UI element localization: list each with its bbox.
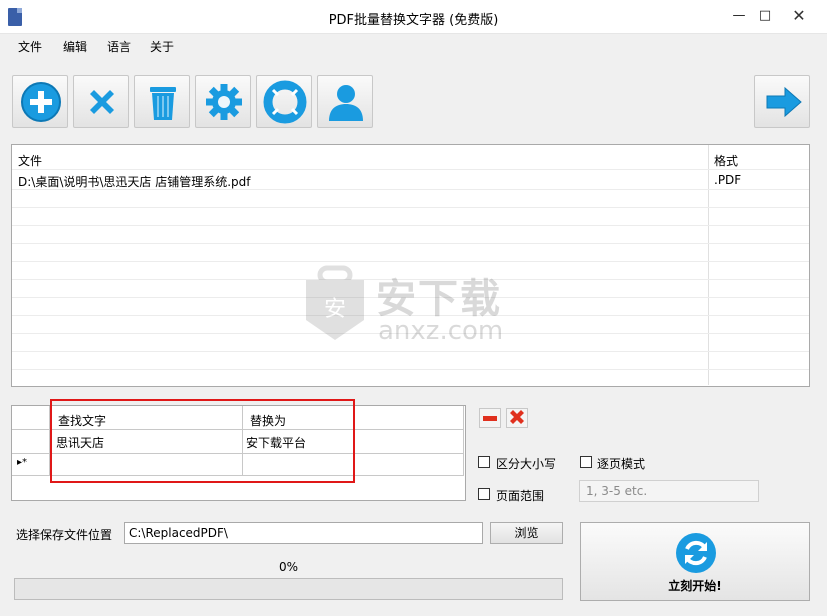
page-range-label: 页面范围: [496, 489, 545, 503]
gear-icon: [206, 84, 242, 120]
minus-icon: [483, 416, 497, 421]
row-divider: [12, 225, 809, 226]
remove-file-button[interactable]: [73, 75, 129, 128]
remove-row-button[interactable]: [479, 408, 501, 428]
title-bar: PDF批量替换文字器 (免费版) — □ ✕: [0, 0, 827, 34]
menu-language[interactable]: 语言: [107, 38, 131, 55]
page-range-checkbox[interactable]: [478, 488, 490, 500]
row-divider: [12, 369, 809, 370]
user-icon: [329, 85, 363, 121]
column-header-file[interactable]: 文件: [18, 152, 42, 169]
trash-icon: [150, 87, 176, 120]
file-path-cell: D:\桌面\说明书\思迅天店 店铺管理系统.pdf: [18, 175, 251, 189]
page-mode-label: 逐页模式: [597, 457, 646, 471]
svg-text:安: 安: [324, 297, 346, 322]
case-sensitive-label: 区分大小写: [496, 457, 557, 471]
clear-list-button[interactable]: [134, 75, 190, 128]
row-divider: [12, 189, 809, 190]
progress-text: 0%: [278, 560, 299, 574]
column-separator: [708, 145, 709, 385]
next-button[interactable]: [754, 75, 810, 128]
row-divider: [12, 243, 809, 244]
delete-icon: [510, 410, 524, 424]
save-location-label: 选择保存文件位置: [16, 528, 113, 542]
start-button[interactable]: 立刻开始!: [580, 522, 810, 601]
column-separator: [463, 406, 464, 476]
menu-edit[interactable]: 编辑: [63, 38, 87, 55]
lifebuoy-icon: [263, 80, 307, 124]
row-divider: [12, 169, 809, 170]
settings-button[interactable]: [195, 75, 251, 128]
add-icon: [21, 82, 61, 122]
help-button[interactable]: [256, 75, 312, 128]
new-row-marker: ▸*: [17, 457, 28, 468]
account-button[interactable]: [317, 75, 373, 128]
browse-button[interactable]: 浏览: [490, 522, 563, 544]
add-file-button[interactable]: [12, 75, 68, 128]
row-divider: [12, 207, 809, 208]
page-range-input[interactable]: 1, 3-5 etc.: [579, 480, 759, 502]
save-path-input[interactable]: C:\ReplacedPDF\: [124, 522, 483, 544]
watermark-url: anxz.com: [378, 316, 504, 346]
page-mode-checkbox[interactable]: [580, 456, 592, 468]
arrow-right-icon: [766, 86, 802, 118]
menu-about[interactable]: 关于: [150, 38, 174, 55]
file-format-cell: .PDF: [714, 173, 742, 187]
column-header-format[interactable]: 格式: [714, 152, 738, 169]
watermark: 安 安下载 anxz.com: [298, 262, 528, 352]
remove-icon: [90, 90, 114, 114]
refresh-icon: [676, 533, 716, 573]
close-button[interactable]: ✕: [772, 4, 826, 28]
start-label: 立刻开始!: [668, 579, 722, 593]
case-sensitive-checkbox[interactable]: [478, 456, 490, 468]
menu-file[interactable]: 文件: [18, 38, 42, 55]
menu-bar: 文件 编辑 语言 关于: [0, 34, 827, 58]
progress-bar: [14, 578, 563, 600]
highlight-box: [50, 399, 355, 483]
window-title: PDF批量替换文字器 (免费版): [328, 13, 499, 28]
delete-row-button[interactable]: [506, 408, 528, 428]
